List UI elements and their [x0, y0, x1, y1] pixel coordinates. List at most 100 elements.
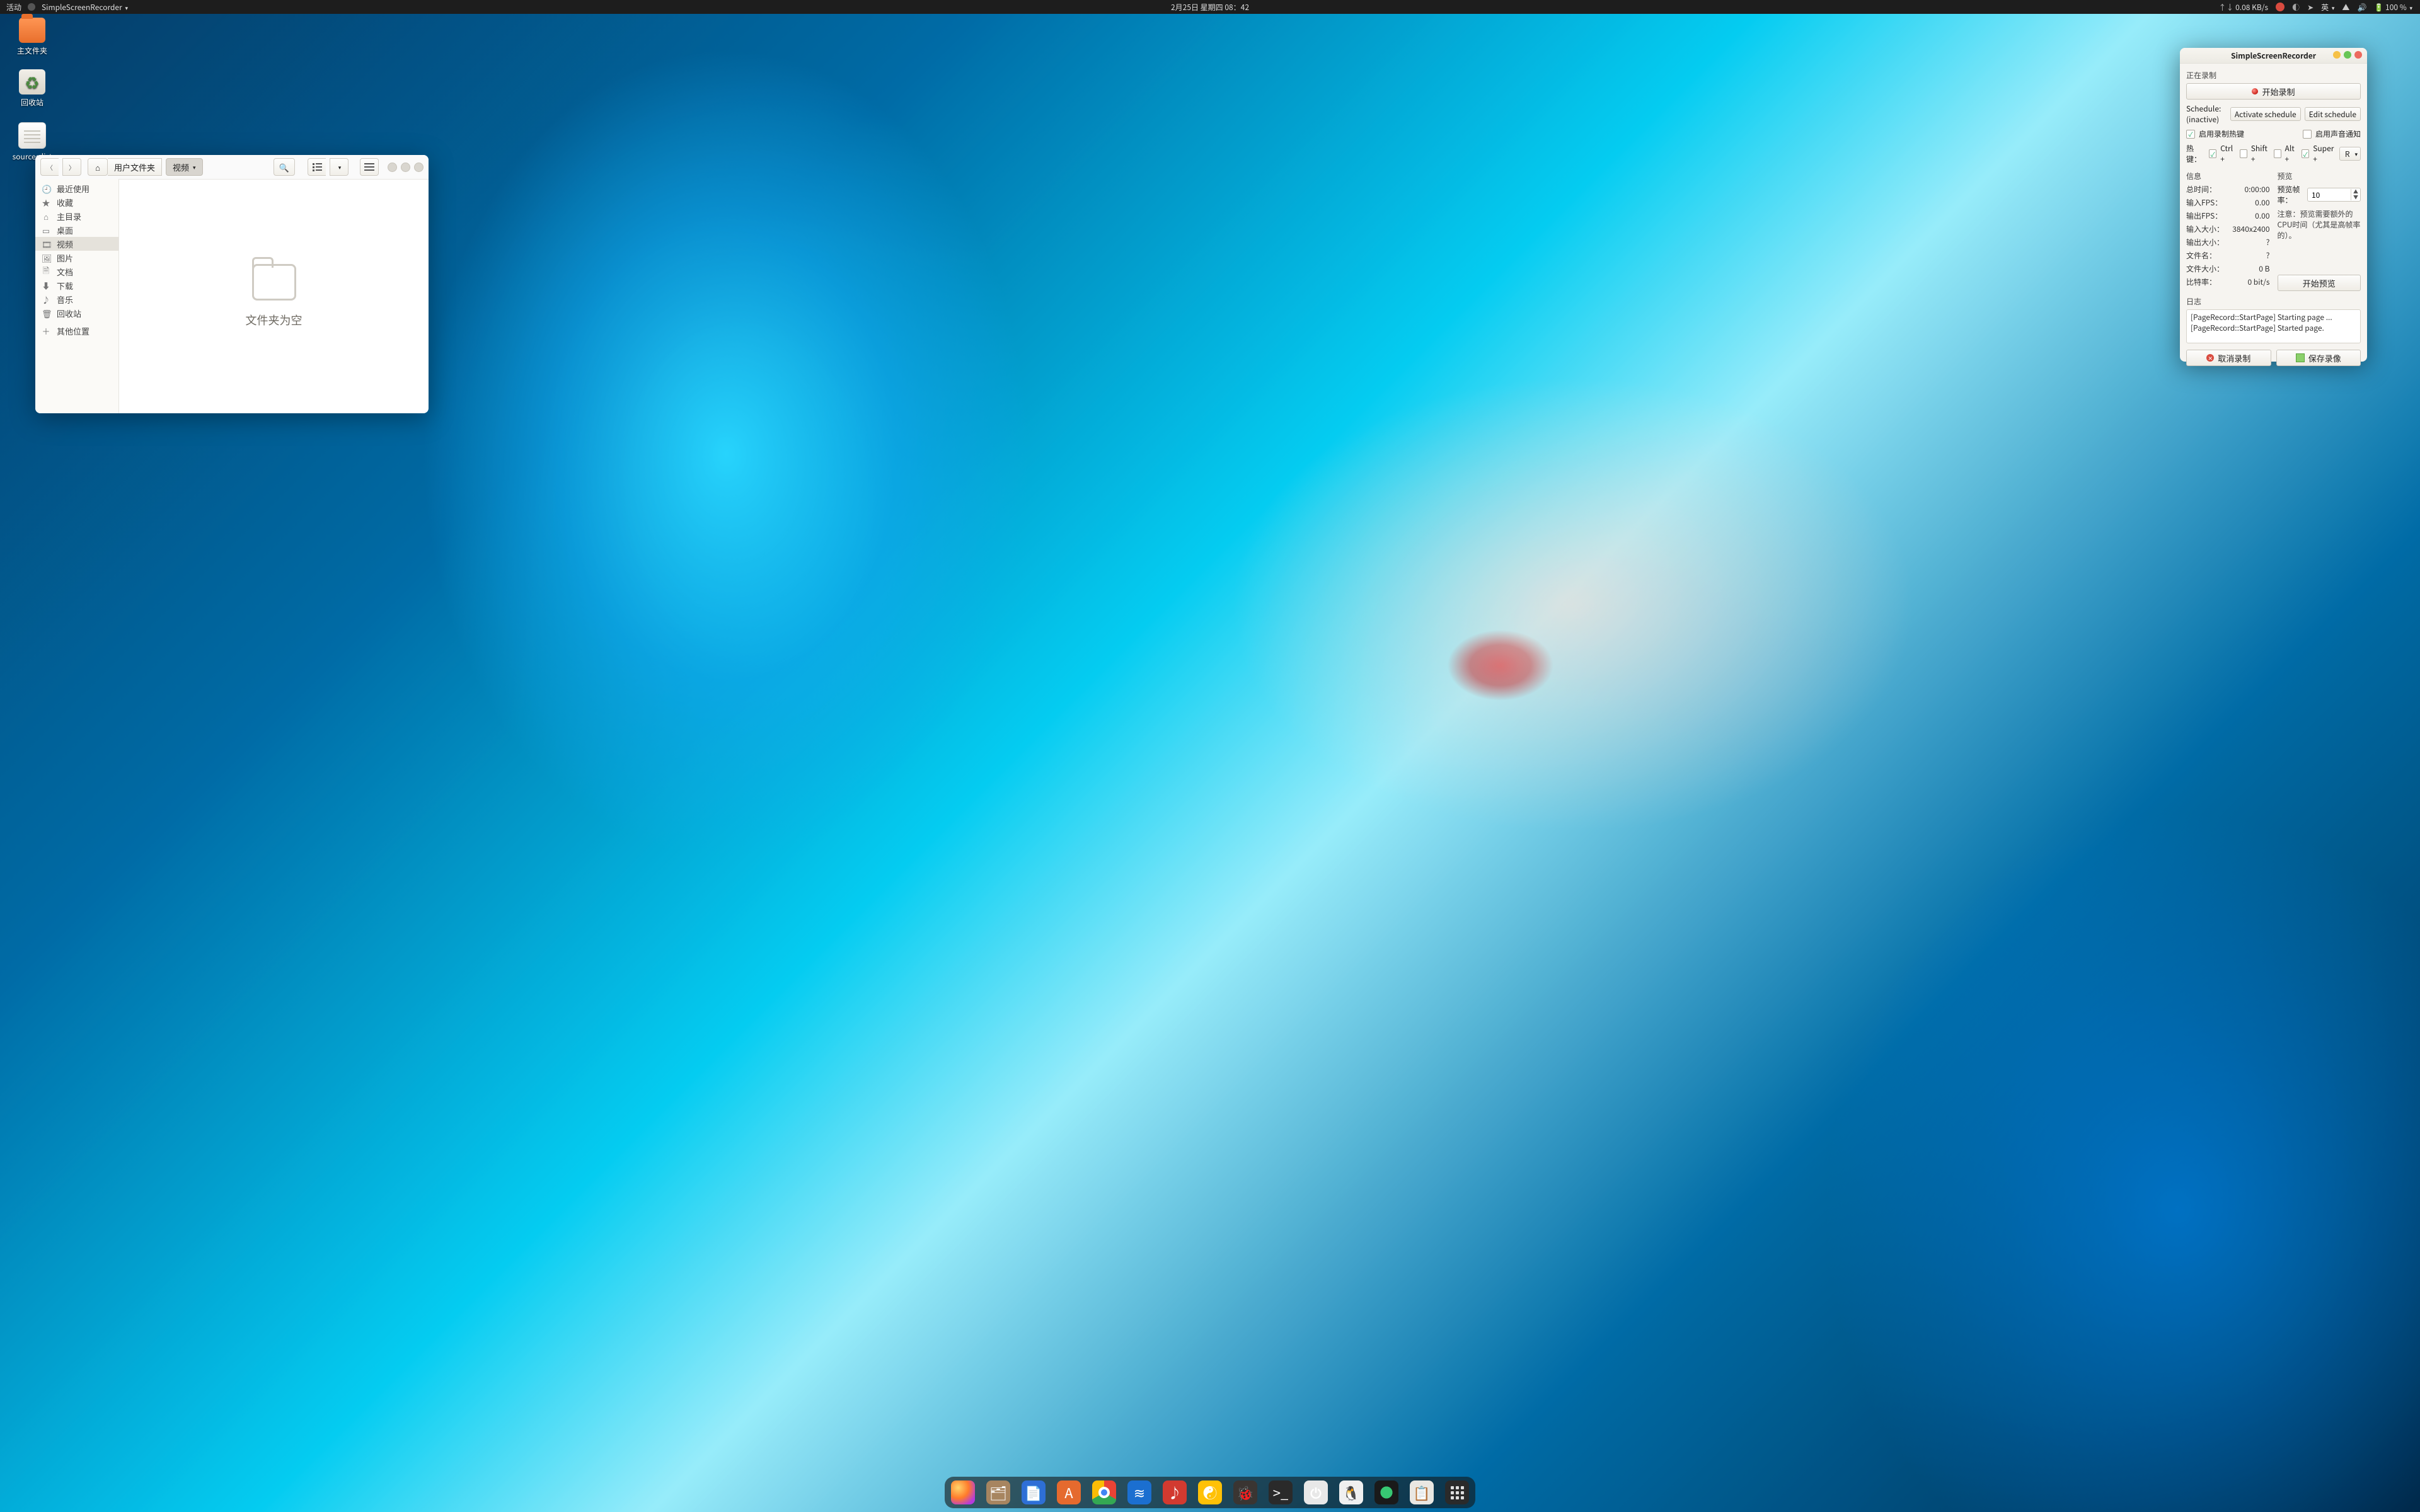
sidebar-item-home[interactable]: ⌂ 主目录 [35, 209, 118, 223]
sidebar-item-pictures[interactable]: 🖼图片 [35, 251, 118, 265]
sidebar-item-recent[interactable]: 🕘最近使用 [35, 181, 118, 195]
sidebar-item-starred[interactable]: ★收藏 [35, 195, 118, 209]
edit-schedule-button[interactable]: Edit schedule [2305, 107, 2361, 121]
file-manager-toolbar: 〈 〉 ⌂ 用户文件夹 视频 ▾ 🔍 ▾ [35, 155, 429, 180]
window-close-button[interactable] [2354, 51, 2362, 59]
sidebar-item-trash[interactable]: 🗑回收站 [35, 306, 118, 320]
dock-app-files[interactable]: 🗂 [986, 1480, 1010, 1504]
view-list-button[interactable] [308, 158, 326, 176]
sidebar-item-label: 主目录 [57, 210, 81, 222]
search-button[interactable]: 🔍 [274, 158, 295, 176]
image-icon: 🖼 [42, 252, 50, 264]
schedule-status-label: Schedule: (inactive) [2186, 103, 2223, 125]
dock-app-document[interactable]: 📄 [1022, 1480, 1046, 1504]
start-recording-button[interactable]: 开始录制 [2186, 83, 2361, 100]
ctrl-checkbox[interactable] [2209, 149, 2216, 158]
document-icon: 🗎 [42, 264, 50, 279]
volume-icon[interactable]: 🔊 [2357, 2, 2366, 13]
section-log-label: 日志 [2186, 296, 2361, 307]
dock-app-netease[interactable]: ♪ [1163, 1480, 1187, 1504]
nav-back-button[interactable]: 〈 [40, 158, 59, 176]
file-manager-window: 〈 〉 ⌂ 用户文件夹 视频 ▾ 🔍 ▾ 🕘最近使用 ★收藏 ⌂主目录 ▭桌面 … [35, 155, 429, 413]
tray-icon-send[interactable]: ➤ [2307, 2, 2313, 13]
sidebar-item-documents[interactable]: 🗎 文档 [35, 265, 118, 278]
activate-schedule-button[interactable]: Activate schedule [2230, 107, 2301, 121]
path-home-button[interactable]: ⌂ [88, 158, 108, 176]
cancel-icon [2206, 354, 2214, 362]
dock-app-toggle[interactable]: ⏻ [1304, 1480, 1328, 1504]
nav-forward-button[interactable]: 〉 [62, 158, 81, 176]
sidebar-item-label: 其他位置 [57, 325, 89, 337]
dock-app-grid[interactable] [1445, 1480, 1469, 1504]
log-output[interactable]: [PageRecord::StartPage] Starting page ..… [2186, 309, 2361, 343]
tray-icon-2[interactable]: ◐ [2292, 2, 2300, 13]
view-dropdown-button[interactable]: ▾ [330, 158, 349, 176]
save-recording-button[interactable]: 保存录像 [2276, 350, 2361, 366]
video-icon: 🎞 [42, 238, 50, 250]
window-minimize-button[interactable] [2333, 51, 2341, 59]
hotkey-key-dropdown[interactable]: R▾ [2339, 147, 2361, 161]
hamburger-menu-button[interactable] [360, 158, 379, 176]
list-icon [313, 163, 322, 171]
desktop-icon-home[interactable]: 主文件夹 [10, 18, 54, 56]
super-checkbox[interactable] [2302, 149, 2309, 158]
dock-app-bug[interactable]: 🐞 [1233, 1480, 1257, 1504]
preview-rate-spinner[interactable]: ▲▼ [2307, 188, 2361, 202]
cancel-recording-label: 取消录制 [2218, 352, 2250, 364]
home-icon: ⌂ [42, 210, 50, 222]
sidebar-item-label: 收藏 [57, 197, 73, 209]
window-titlebar[interactable]: SimpleScreenRecorder [2180, 48, 2367, 64]
spin-down-icon[interactable]: ▼ [2351, 195, 2360, 200]
dock-app-firefox[interactable] [951, 1480, 975, 1504]
dock-app-software[interactable]: A [1057, 1480, 1081, 1504]
dock-app-yellow[interactable]: ☯ [1198, 1480, 1222, 1504]
window-minimize-button[interactable] [388, 163, 397, 172]
enable-hotkey-checkbox[interactable] [2186, 130, 2195, 139]
window-close-button[interactable] [414, 163, 424, 172]
sidebar-item-desktop[interactable]: ▭桌面 [35, 223, 118, 237]
ime-indicator[interactable]: 英 ▾ [2321, 2, 2334, 13]
dock-app-qq[interactable]: 🐧 [1339, 1480, 1363, 1504]
alt-checkbox[interactable] [2274, 149, 2281, 158]
desktop-icon: ▭ [42, 224, 50, 236]
empty-folder-label: 文件夹为空 [246, 312, 302, 328]
cancel-recording-button[interactable]: 取消录制 [2186, 350, 2271, 366]
breadcrumb-home[interactable]: 用户文件夹 [108, 158, 162, 176]
section-preview-label: 预览 [2278, 171, 2361, 181]
window-maximize-button[interactable] [2344, 51, 2351, 59]
net-speed-indicator[interactable]: ↑↓ 0.08 KB/s [2218, 2, 2268, 13]
preview-note: 注意：预览需要额外的CPU时间（尤其是高帧率的）。 [2278, 209, 2361, 241]
plus-icon: ＋ [42, 325, 50, 337]
dock-app-vscode[interactable]: ≋ [1127, 1480, 1151, 1504]
total-time-value: 0:00:00 [2245, 184, 2270, 195]
sidebar-item-videos[interactable]: 🎞视频 [35, 237, 118, 251]
window-maximize-button[interactable] [401, 163, 410, 172]
breadcrumb-current[interactable]: 视频 ▾ [166, 158, 203, 176]
shift-checkbox[interactable] [2240, 149, 2247, 158]
sidebar-item-music[interactable]: ♪音乐 [35, 292, 118, 306]
app-menu-button[interactable]: SimpleScreenRecorder ▾ [42, 2, 128, 13]
start-preview-button[interactable]: 开始预览 [2278, 275, 2361, 291]
enable-sound-checkbox[interactable] [2303, 130, 2312, 139]
grid-icon [1451, 1486, 1464, 1499]
preview-rate-input[interactable] [2308, 190, 2351, 200]
empty-folder-icon [252, 264, 296, 301]
dock-app-notes[interactable]: 📋 [1410, 1480, 1434, 1504]
download-icon: ⬇ [42, 280, 50, 292]
battery-indicator[interactable]: 🔋 100 % ▾ [2374, 2, 2412, 13]
section-info-label: 信息 [2186, 171, 2270, 181]
dock-app-terminal[interactable]: >_ [1269, 1480, 1293, 1504]
desktop-icon-trash[interactable]: 回收站 [10, 69, 54, 108]
sidebar-item-other[interactable]: ＋ 其他位置 [35, 324, 118, 338]
tray-icon-1[interactable] [2276, 3, 2285, 11]
sidebar-item-label: 音乐 [57, 294, 73, 306]
dock-app-camera[interactable] [1374, 1480, 1398, 1504]
save-recording-label: 保存录像 [2308, 352, 2341, 364]
sidebar-item-label: 文档 [57, 266, 73, 278]
wifi-icon[interactable]: ▲ [2342, 2, 2349, 13]
clock[interactable]: 2月25日 星期四 08：42 [1171, 2, 1249, 13]
sidebar-item-downloads[interactable]: ⬇下载 [35, 278, 118, 292]
clock-icon: 🕘 [42, 183, 50, 195]
dock-app-chrome[interactable] [1092, 1480, 1116, 1504]
activities-button[interactable]: 活动 [6, 2, 21, 13]
